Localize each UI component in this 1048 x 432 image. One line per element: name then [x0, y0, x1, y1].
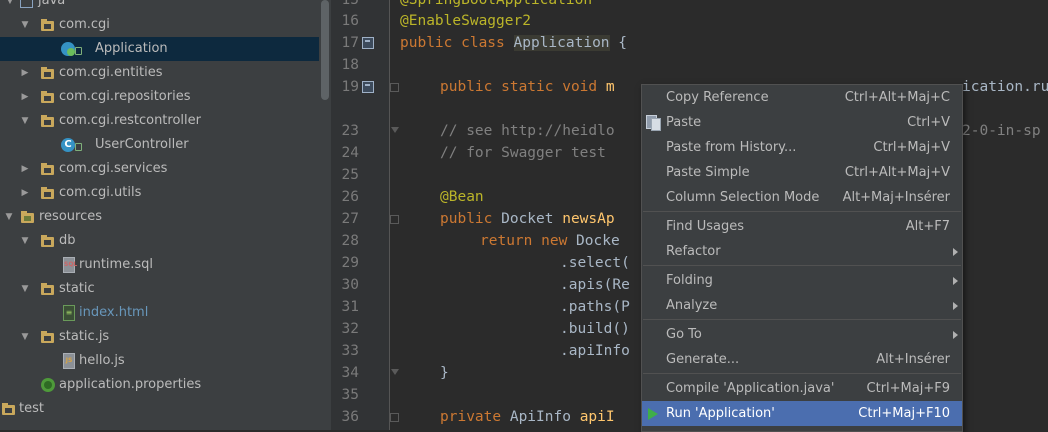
code-text: public static void m: [440, 79, 615, 95]
menu-item-paste-simple[interactable]: Paste Simple Ctrl+Alt+Maj+V: [642, 160, 962, 185]
menu-item-label: Run 'Application': [666, 406, 775, 421]
menu-item-refactor[interactable]: Refactor: [642, 239, 962, 264]
menu-item-shortcut: Ctrl+V: [907, 115, 950, 130]
line-number: 27: [341, 211, 359, 227]
code-text: .select(: [560, 255, 630, 271]
code-line: 18: [0, 54, 1048, 76]
code-line: 17 public class Application {: [0, 32, 1048, 54]
editor-context-menu: Copy Reference Ctrl+Alt+Maj+C Paste Ctrl…: [641, 84, 963, 432]
menu-item-label: Go To: [666, 327, 702, 342]
submenu-arrow-icon: [953, 331, 958, 339]
fold-marker-icon[interactable]: [390, 83, 399, 92]
line-number: 18: [341, 57, 359, 73]
line-number: 25: [341, 167, 359, 183]
menu-item-shortcut: Alt+Maj+Insérer: [842, 190, 950, 205]
menu-item-label: Compile 'Application.java': [666, 381, 835, 396]
menu-item-folding[interactable]: Folding: [642, 268, 962, 293]
submenu-arrow-icon: [953, 302, 958, 310]
code-text: return new Docke: [480, 233, 620, 249]
line-number: 16: [341, 13, 359, 29]
menu-item-shortcut: Alt+F7: [905, 219, 950, 234]
line-number: 19: [341, 79, 359, 95]
menu-item-label: Analyze: [666, 298, 718, 313]
menu-item-label: Paste: [666, 115, 702, 130]
menu-item-label: Find Usages: [666, 219, 745, 234]
line-number: 28: [341, 233, 359, 249]
menu-separator: [643, 319, 961, 320]
line-number: 26: [341, 189, 359, 205]
code-text: .apis(Re: [560, 277, 630, 293]
code-text: .apiInfo: [560, 343, 630, 359]
menu-item-shortcut: Ctrl+Alt+Maj+V: [844, 165, 950, 180]
code-text: public class Application {: [400, 35, 627, 51]
menu-item-label: Generate...: [666, 352, 740, 367]
menu-item-paste[interactable]: Paste Ctrl+V: [642, 110, 962, 135]
menu-item-shortcut: Ctrl+Alt+Maj+C: [844, 90, 950, 105]
menu-separator: [643, 373, 961, 374]
menu-item-copy-reference[interactable]: Copy Reference Ctrl+Alt+Maj+C: [642, 85, 962, 110]
menu-separator: [643, 265, 961, 266]
fold-marker-icon[interactable]: [390, 413, 399, 422]
run-method-gutter-icon[interactable]: [362, 81, 374, 93]
run-icon: [648, 408, 658, 420]
code-text: @EnableSwagger2: [400, 13, 531, 29]
code-text: private ApiInfo apiI: [440, 409, 615, 425]
run-class-gutter-icon[interactable]: [362, 37, 374, 49]
menu-item-paste-from-history[interactable]: Paste from History... Ctrl+Maj+V: [642, 135, 962, 160]
line-number: 23: [341, 123, 359, 139]
menu-item-shortcut: Alt+Insérer: [876, 352, 950, 367]
code-text: .paths(P: [560, 299, 630, 315]
submenu-arrow-icon: [953, 248, 958, 256]
line-number: 36: [341, 409, 359, 425]
menu-item-run-application[interactable]: Run 'Application' Ctrl+Maj+F10: [642, 401, 962, 426]
line-number: 33: [341, 343, 359, 359]
menu-item-label: Paste Simple: [666, 165, 750, 180]
menu-item-go-to[interactable]: Go To: [642, 322, 962, 347]
line-number: 17: [341, 35, 359, 51]
line-number: 35: [341, 387, 359, 403]
menu-item-analyze[interactable]: Analyze: [642, 293, 962, 318]
line-number: 24: [341, 145, 359, 161]
line-number: 29: [341, 255, 359, 271]
code-text: }: [440, 365, 449, 381]
menu-item-shortcut: Ctrl+Maj+F10: [858, 406, 950, 421]
menu-item-label: Refactor: [666, 244, 721, 259]
menu-item-generate[interactable]: Generate... Alt+Insérer: [642, 347, 962, 372]
menu-item-column-selection-mode[interactable]: Column Selection Mode Alt+Maj+Insérer: [642, 185, 962, 210]
code-text: @Bean: [440, 189, 484, 205]
line-number: 32: [341, 321, 359, 337]
line-number: 30: [341, 277, 359, 293]
menu-item-compile[interactable]: Compile 'Application.java' Ctrl+Maj+F9: [642, 376, 962, 401]
code-text: // see http://heidlo: [440, 123, 615, 139]
fold-marker-icon[interactable]: [391, 369, 399, 375]
submenu-arrow-icon: [953, 277, 958, 285]
line-number: 34: [341, 365, 359, 381]
code-text: .build(): [560, 321, 630, 337]
menu-item-label: Paste from History...: [666, 140, 797, 155]
code-text: // for Swagger test: [440, 145, 606, 161]
code-text-fragment: 2-0-in-sp: [962, 123, 1041, 139]
menu-item-label: Column Selection Mode: [666, 190, 820, 205]
code-line: 16 @EnableSwagger2: [0, 10, 1048, 32]
menu-item-shortcut: Ctrl+Maj+V: [873, 140, 950, 155]
menu-item-label: Folding: [666, 273, 713, 288]
menu-item-shortcut: Ctrl+Maj+F9: [866, 381, 950, 396]
fold-marker-icon[interactable]: [391, 127, 399, 133]
menu-item-label: Copy Reference: [666, 90, 769, 105]
menu-item-find-usages[interactable]: Find Usages Alt+F7: [642, 214, 962, 239]
menu-separator: [643, 211, 961, 212]
fold-marker-icon[interactable]: [390, 215, 399, 224]
code-text-fragment: ication.ru: [962, 79, 1048, 95]
paste-icon: [646, 115, 661, 131]
line-number: 31: [341, 299, 359, 315]
code-text: public Docket newsAp: [440, 211, 615, 227]
